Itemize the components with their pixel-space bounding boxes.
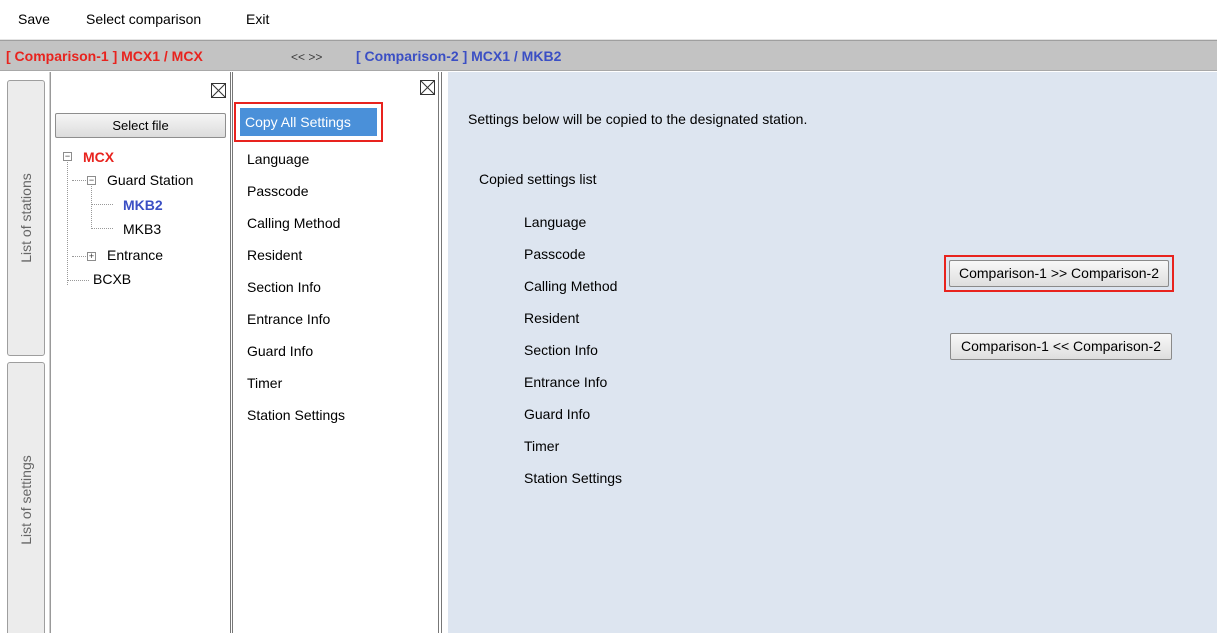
settings-item-entrance-info[interactable]: Entrance Info	[247, 311, 330, 327]
settings-item-timer[interactable]: Timer	[247, 375, 282, 391]
copied-item: Calling Method	[524, 278, 618, 294]
tree-node-guard-station[interactable]: Guard Station	[107, 172, 193, 188]
close-settings-panel-icon[interactable]	[420, 80, 435, 95]
copied-item: Guard Info	[524, 406, 591, 422]
comparison-2-label: [ Comparison-2 ] MCX1 / MKB2	[356, 48, 562, 64]
tree-node-bcxb[interactable]: BCXB	[93, 271, 131, 287]
tree-guide-line	[72, 180, 88, 181]
settings-item-copy-all[interactable]: Copy All Settings	[240, 108, 377, 136]
tab-list-of-stations-label: List of stations	[18, 173, 34, 263]
tree-node-mkb2[interactable]: MKB2	[123, 197, 163, 213]
copy-forward-button[interactable]: Comparison-1 >> Comparison-2	[949, 260, 1169, 287]
copied-item: Language	[524, 214, 587, 230]
copy-description: Settings below will be copied to the des…	[468, 111, 808, 127]
tree-guide-line	[67, 160, 68, 285]
tree-guide-line	[91, 184, 92, 229]
comparison-arrows: << >>	[291, 50, 323, 64]
settings-item-language[interactable]: Language	[247, 151, 309, 167]
copy-all-highlight-frame: Copy All Settings	[234, 102, 383, 142]
comparison-1-label: [ Comparison-1 ] MCX1 / MCX	[6, 48, 203, 64]
close-station-panel-icon[interactable]	[211, 83, 226, 98]
copied-settings-heading: Copied settings list	[479, 171, 597, 187]
expand-entrance-icon[interactable]: +	[87, 252, 96, 261]
tree-node-entrance[interactable]: Entrance	[107, 247, 163, 263]
tree-guide-line	[91, 204, 113, 205]
collapse-mcx-icon[interactable]: −	[63, 152, 72, 161]
copied-item: Passcode	[524, 246, 586, 262]
menu-bar: Save Select comparison Exit	[0, 0, 1217, 40]
tab-list-of-settings-label: List of settings	[18, 454, 34, 545]
copied-item: Resident	[524, 310, 580, 326]
settings-list-panel: Copy All Settings Language Passcode Call…	[234, 72, 442, 633]
select-file-button[interactable]: Select file	[55, 113, 226, 138]
station-panel: Select file − MCX − Guard Station MKB2 M…	[50, 72, 233, 633]
tree-guide-line	[91, 228, 113, 229]
menu-select-comparison[interactable]: Select comparison	[86, 11, 201, 27]
copied-item: Section Info	[524, 342, 598, 358]
tab-list-of-settings[interactable]: List of settings	[7, 362, 45, 633]
copied-item: Station Settings	[524, 470, 623, 486]
tree-guide-line	[72, 256, 88, 257]
copy-backward-button[interactable]: Comparison-1 << Comparison-2	[950, 333, 1172, 360]
comparison-bar: [ Comparison-1 ] MCX1 / MCX << >> [ Comp…	[0, 40, 1217, 71]
vertical-tab-strip: List of stations List of settings	[0, 72, 50, 633]
menu-exit[interactable]: Exit	[246, 11, 269, 27]
copied-item: Entrance Info	[524, 374, 608, 390]
collapse-guard-station-icon[interactable]: −	[87, 176, 96, 185]
settings-item-guard-info[interactable]: Guard Info	[247, 343, 313, 359]
main-content: Settings below will be copied to the des…	[448, 72, 1217, 633]
tree-node-mcx[interactable]: MCX	[83, 149, 114, 165]
tree-node-mkb3[interactable]: MKB3	[123, 221, 161, 237]
copied-item: Timer	[524, 438, 560, 454]
tab-list-of-stations[interactable]: List of stations	[7, 80, 45, 356]
settings-item-passcode[interactable]: Passcode	[247, 183, 308, 199]
tree-guide-line	[67, 280, 89, 281]
settings-item-station-settings[interactable]: Station Settings	[247, 407, 345, 423]
settings-item-calling-method[interactable]: Calling Method	[247, 215, 340, 231]
menu-save[interactable]: Save	[18, 11, 50, 27]
settings-item-resident[interactable]: Resident	[247, 247, 302, 263]
settings-item-section-info[interactable]: Section Info	[247, 279, 321, 295]
